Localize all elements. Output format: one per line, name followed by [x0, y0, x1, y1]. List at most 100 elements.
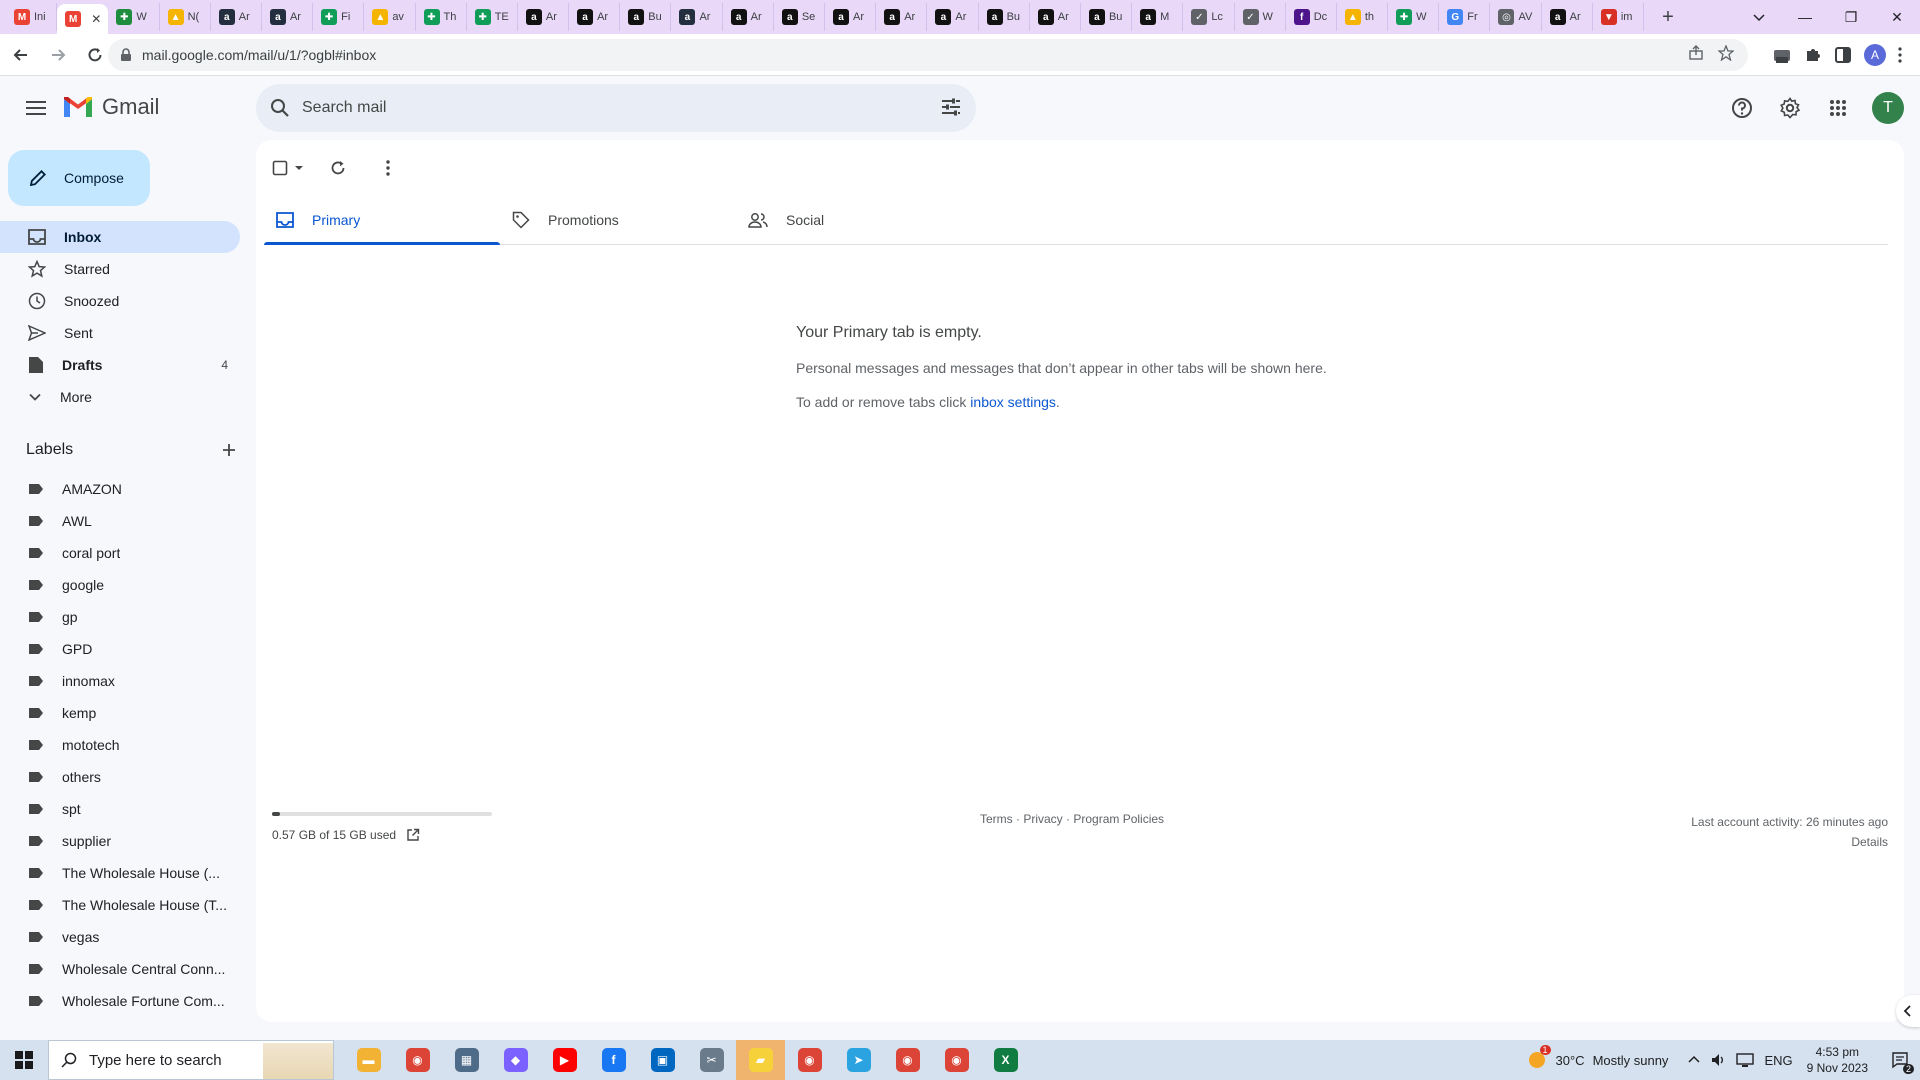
bookmark-star-icon[interactable]	[1718, 45, 1734, 61]
side-panel-icon[interactable]	[1834, 46, 1852, 64]
minimize-button[interactable]: —	[1782, 0, 1828, 34]
sidebar-item-starred[interactable]: Starred	[0, 253, 240, 285]
sidebar-item-more[interactable]: More	[0, 381, 240, 413]
taskbar-search[interactable]: Type here to search	[48, 1040, 334, 1080]
browser-tab[interactable]: a Ar	[671, 3, 723, 31]
browser-tab[interactable]: aM	[1132, 3, 1184, 31]
open-in-new-icon[interactable]	[406, 828, 420, 842]
label-item[interactable]: google	[0, 569, 240, 601]
browser-tab[interactable]: ✚ Th	[416, 3, 467, 31]
taskbar-app[interactable]: ◉	[785, 1040, 834, 1080]
label-item[interactable]: mototech	[0, 729, 240, 761]
reload-button[interactable]	[79, 39, 111, 71]
privacy-link[interactable]: Privacy	[1023, 812, 1062, 826]
forward-button[interactable]	[42, 39, 74, 71]
taskbar-app[interactable]: ◆	[491, 1040, 540, 1080]
support-button[interactable]	[1722, 88, 1762, 128]
search-input[interactable]	[302, 99, 902, 117]
sidebar-item-sent[interactable]: Sent	[0, 317, 240, 349]
browser-tab[interactable]: a Ar	[262, 3, 314, 31]
browser-tab[interactable]: a Bu	[979, 3, 1030, 31]
side-panel-toggle[interactable]	[1896, 995, 1920, 1027]
search-icon[interactable]	[270, 98, 290, 118]
browser-tab[interactable]: a Ar	[1542, 3, 1593, 31]
sidebar-item-drafts[interactable]: Drafts 4	[0, 349, 240, 381]
browser-tab[interactable]: a Ar	[1030, 3, 1081, 31]
volume-icon[interactable]	[1710, 1052, 1726, 1068]
browser-tab[interactable]: ✚ W	[108, 3, 160, 31]
browser-tab[interactable]: ✚ TE	[467, 3, 518, 31]
label-item[interactable]: AWL	[0, 505, 240, 537]
close-tab-icon[interactable]: ✕	[91, 12, 101, 26]
compose-button[interactable]: Compose	[8, 150, 150, 206]
select-all-button[interactable]	[268, 148, 308, 188]
back-button[interactable]	[5, 39, 37, 71]
tab-primary[interactable]: Primary	[264, 196, 500, 245]
taskbar-app[interactable]: ▶	[540, 1040, 589, 1080]
chevron-up-icon[interactable]	[1688, 1054, 1700, 1066]
kebab-menu-icon[interactable]	[1898, 47, 1902, 63]
label-item[interactable]: supplier	[0, 825, 240, 857]
restore-button[interactable]: ❐	[1828, 0, 1874, 34]
language-indicator[interactable]: ENG	[1764, 1053, 1792, 1068]
address-bar[interactable]: mail.google.com/mail/u/1/?ogbl#inbox	[108, 39, 1748, 71]
label-item[interactable]: gp	[0, 601, 240, 633]
tab-promotions[interactable]: Promotions	[500, 196, 736, 244]
label-item[interactable]: spt	[0, 793, 240, 825]
browser-tab[interactable]: M ✕	[57, 4, 109, 34]
browser-tab[interactable]: a Ar	[876, 3, 928, 31]
search-options-button[interactable]	[940, 96, 962, 123]
label-item[interactable]: The Wholesale House (...	[0, 857, 240, 889]
browser-tab[interactable]: f Dc	[1286, 3, 1337, 31]
browser-tab[interactable]: a Ar	[927, 3, 979, 31]
browser-tab[interactable]: G Fr	[1439, 3, 1491, 31]
browser-tab[interactable]: a Bu	[620, 3, 672, 31]
network-icon[interactable]	[1736, 1052, 1755, 1068]
browser-tab[interactable]: ✓ Lc	[1183, 3, 1235, 31]
browser-tab[interactable]: a Ar	[211, 3, 262, 31]
browser-tab[interactable]: ▲ av	[364, 3, 416, 31]
share-icon[interactable]	[1688, 45, 1704, 61]
tab-search-button[interactable]	[1736, 0, 1782, 34]
sidebar-item-inbox[interactable]: Inbox	[0, 221, 240, 253]
browser-tab[interactable]: ✚ W	[1388, 3, 1440, 31]
refresh-button[interactable]	[318, 148, 358, 188]
browser-tab[interactable]: a Ar	[825, 3, 877, 31]
browser-tab[interactable]: a Bu	[1081, 3, 1133, 31]
profile-avatar[interactable]: A	[1864, 44, 1886, 66]
taskbar-app[interactable]: ➤	[834, 1040, 883, 1080]
taskbar-app[interactable]: ✂	[687, 1040, 736, 1080]
taskbar-app[interactable]: ▰	[736, 1040, 785, 1080]
label-item[interactable]: GPD	[0, 633, 240, 665]
program-policies-link[interactable]: Program Policies	[1073, 812, 1164, 826]
browser-tab[interactable]: ◎ AV	[1490, 3, 1542, 31]
browser-tab[interactable]: ▲ th	[1337, 3, 1389, 31]
settings-button[interactable]	[1770, 88, 1810, 128]
taskbar-app[interactable]: ◉	[932, 1040, 981, 1080]
browser-tab[interactable]: M Ini	[6, 3, 58, 31]
taskbar-app[interactable]: f	[589, 1040, 638, 1080]
tab-social[interactable]: Social	[736, 196, 972, 244]
browser-tab[interactable]: ✚ Fi	[313, 3, 365, 31]
browser-tab[interactable]: ▼ im	[1593, 3, 1644, 31]
clock[interactable]: 4:53 pm 9 Nov 2023	[1807, 1044, 1868, 1076]
browser-tab[interactable]: a Ar	[723, 3, 774, 31]
label-item[interactable]: kemp	[0, 697, 240, 729]
browser-tab[interactable]: ✓ W	[1235, 3, 1286, 31]
start-button[interactable]	[0, 1040, 48, 1080]
extension-off-icon[interactable]	[1772, 45, 1792, 65]
label-item[interactable]: coral port	[0, 537, 240, 569]
label-item[interactable]: Wholesale Central Conn...	[0, 953, 240, 985]
label-item[interactable]: AMAZON	[0, 473, 240, 505]
browser-tab[interactable]: a Ar	[569, 3, 621, 31]
taskbar-app[interactable]: ▣	[638, 1040, 687, 1080]
taskbar-app[interactable]: ▬	[344, 1040, 393, 1080]
browser-tab[interactable]: ▲ N(	[160, 3, 211, 31]
taskbar-app[interactable]: ◉	[393, 1040, 442, 1080]
more-actions-button[interactable]	[368, 148, 408, 188]
google-apps-button[interactable]	[1818, 88, 1858, 128]
main-menu-button[interactable]	[16, 88, 56, 128]
account-avatar[interactable]: T	[1872, 92, 1904, 124]
taskbar-app[interactable]: ◉	[883, 1040, 932, 1080]
add-label-icon[interactable]	[222, 443, 236, 457]
